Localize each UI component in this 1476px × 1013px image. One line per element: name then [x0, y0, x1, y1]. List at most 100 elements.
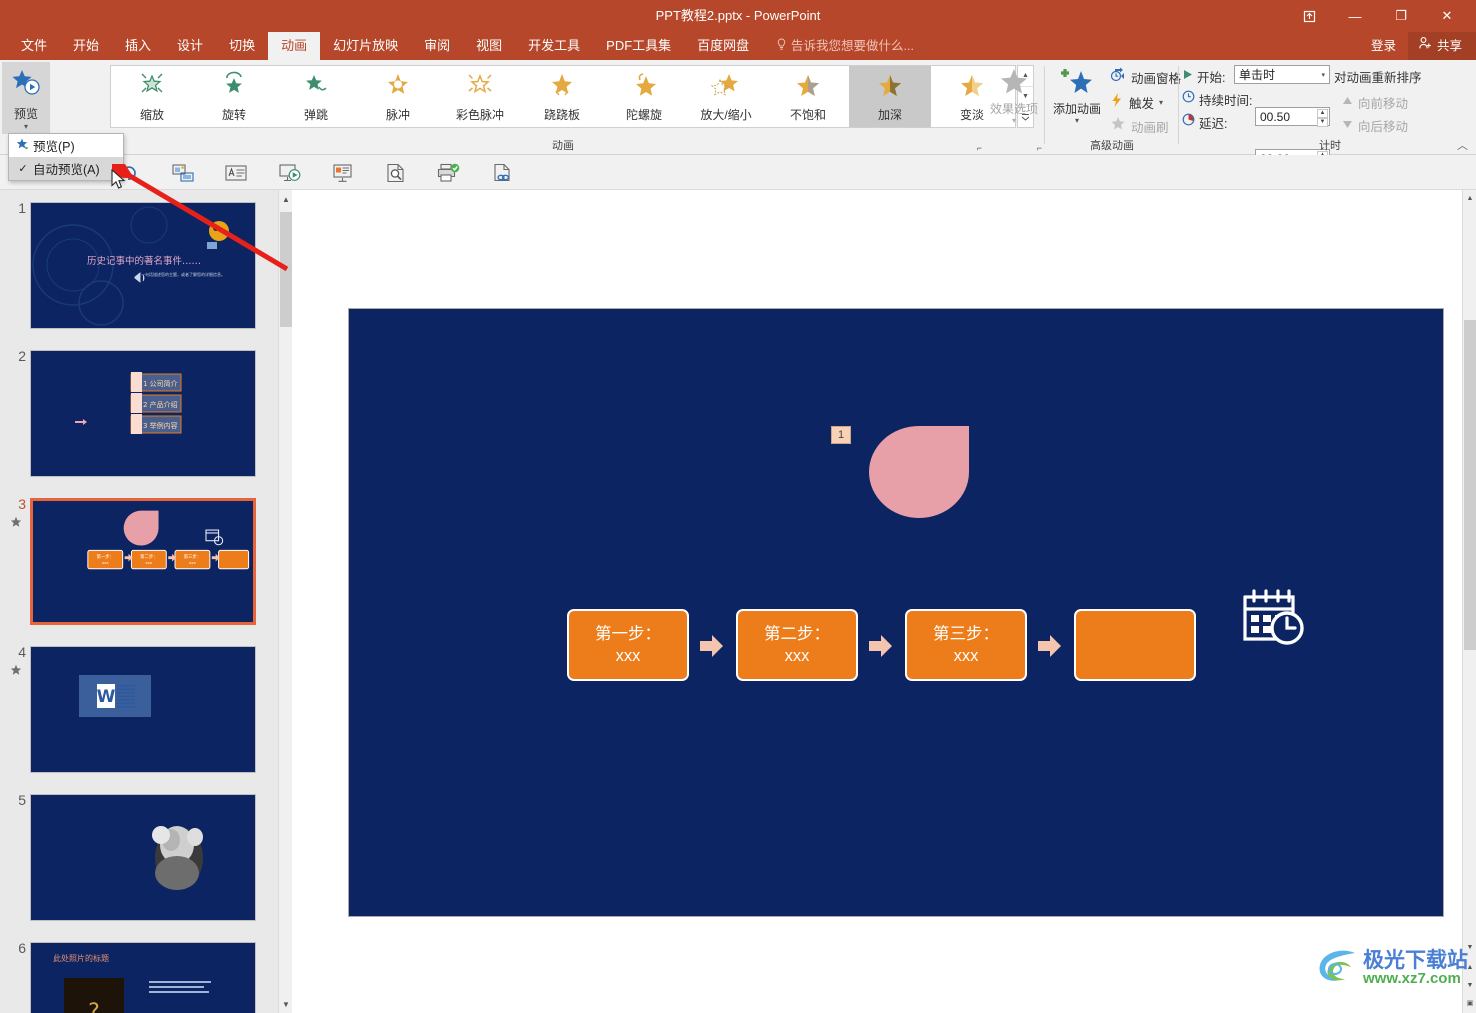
canvas-scrollbar[interactable]: ▲ ▼ ▲ ▼ ▣ [1462, 190, 1476, 1013]
thumbnail-slide-2[interactable]: 2 1 公司简介 2 产品介绍 3 举例内容 [0, 348, 278, 496]
tell-me-search[interactable]: 告诉我您想要做什么... [776, 32, 914, 60]
thumbnail-slide-4[interactable]: 4 W [0, 644, 278, 792]
animation-color-pulse[interactable]: 彩色脉冲 [439, 66, 521, 127]
start-label: 开始: [1197, 70, 1226, 85]
tab-slideshow[interactable]: 幻灯片放映 [320, 32, 411, 60]
teardrop-shape[interactable] [869, 426, 969, 518]
chevron-down-icon[interactable]: ▾ [1012, 117, 1016, 125]
from-current-slide-icon[interactable] [330, 160, 356, 186]
collapse-ribbon-button[interactable]: ︿ [1457, 137, 1468, 153]
hyperlink-icon[interactable] [490, 160, 516, 186]
chevron-down-icon[interactable]: ▾ [24, 123, 28, 131]
quick-print-icon[interactable] [436, 160, 462, 186]
share-button[interactable]: 共享 [1407, 32, 1476, 60]
lightbulb-icon [776, 33, 787, 61]
animation-bounce[interactable]: 弹跳 [275, 66, 357, 127]
scroll-down-icon[interactable]: ▼ [279, 995, 293, 1013]
ribbon: 预览 ▾ 缩放 旋转 弹跳 脉冲 彩色脉冲 跷跷板 陀螺旋 放大/缩小 不饱和 … [0, 60, 1476, 169]
desaturate-star-icon [792, 70, 824, 105]
animation-grow-shrink[interactable]: 放大/缩小 [685, 66, 767, 127]
reorder-title: 对动画重新排序 [1334, 71, 1422, 85]
chevron-down-icon[interactable]: ▾ [1159, 98, 1163, 107]
animation-teeter[interactable]: 跷跷板 [521, 66, 603, 127]
back-to-beginning-button[interactable]: ▣ [1463, 995, 1476, 1011]
person-share-icon [1418, 32, 1432, 60]
start-dropdown[interactable]: 单击时 ▾ [1234, 65, 1330, 84]
tab-developer[interactable]: 开发工具 [515, 32, 593, 60]
thumbnail-preview[interactable]: 第一步： xxx 第二步： xxx 第三步： xxx [30, 498, 256, 625]
animation-pulse[interactable]: 脉冲 [357, 66, 439, 127]
step-arrow-3 [1037, 633, 1063, 664]
animation-spin-gold[interactable]: 陀螺旋 [603, 66, 685, 127]
preview-dropdown-menu[interactable]: 预览(P) ✓ 自动预览(A) [8, 133, 124, 181]
duration-stepper[interactable]: ▲ ▼ [1317, 109, 1328, 127]
print-preview-icon[interactable] [383, 160, 409, 186]
stepper-down-icon[interactable]: ▼ [1317, 118, 1328, 127]
ribbon-group-effect-options: 效果选项 ▾ ⌐ [984, 60, 1044, 155]
step-box-4[interactable] [1074, 609, 1196, 681]
check-icon: ✓ [18, 163, 28, 175]
animation-pane-button[interactable]: 动画窗格 [1110, 66, 1181, 88]
animation-darken[interactable]: 加深 [849, 66, 931, 127]
thumbnail-slide-5[interactable]: 5 [0, 792, 278, 940]
effect-dialog-launcher[interactable]: ⌐ [1037, 143, 1042, 153]
animation-star-icon[interactable] [10, 516, 22, 531]
move-later-button[interactable]: 向后移动 [1342, 114, 1408, 136]
move-earlier-button[interactable]: 向前移动 [1342, 91, 1408, 113]
animation-star-icon[interactable] [10, 664, 22, 679]
tab-review[interactable]: 审阅 [411, 32, 463, 60]
account-area: 登录 共享 [1359, 32, 1476, 60]
add-animation-button[interactable]: 添加动画 ▾ [1048, 65, 1106, 125]
chevron-down-icon[interactable]: ▾ [1321, 71, 1325, 79]
menu-item-auto-preview[interactable]: ✓ 自动预览(A) [9, 157, 123, 180]
maximize-icon[interactable]: ❐ [1378, 0, 1424, 32]
thumbnail-slide-6[interactable]: 6 此处照片的标题 ? [0, 940, 278, 1013]
delay-row: 延迟: [1182, 111, 1227, 133]
animation-dialog-launcher[interactable]: ⌐ [977, 143, 982, 153]
animation-gallery[interactable]: 缩放 旋转 弹跳 脉冲 彩色脉冲 跷跷板 陀螺旋 放大/缩小 不饱和 加深 变淡 [110, 65, 1016, 128]
preview-button[interactable]: 预览 ▾ [2, 62, 50, 134]
thumbnail-slide-3[interactable]: 3 第一步： xxx 第二步： xxx 第三步： xxx [0, 496, 278, 644]
tab-home[interactable]: 开始 [60, 32, 112, 60]
animation-desaturate[interactable]: 不饱和 [767, 66, 849, 127]
step-box-2[interactable]: 第二步： xxx [736, 609, 858, 681]
menu-item-preview[interactable]: 预览(P) [9, 134, 123, 157]
tab-design[interactable]: 设计 [164, 32, 216, 60]
slide-canvas-area[interactable]: 1 第一步： xxx 第二步： xxx 第三步： xxx [292, 190, 1476, 1013]
step-box-3[interactable]: 第三步： xxx [905, 609, 1027, 681]
tab-insert[interactable]: 插入 [112, 32, 164, 60]
tab-animations[interactable]: 动画 [268, 32, 321, 60]
thumbnail-number: 5 [18, 792, 26, 808]
thumbnail-preview[interactable]: 此处照片的标题 ? [30, 942, 256, 1013]
preview-label: 预览 [13, 107, 38, 121]
step-box-1[interactable]: 第一步： xxx [567, 609, 689, 681]
animation-spin[interactable]: 旋转 [193, 66, 275, 127]
canvas-scrollbar-thumb[interactable] [1464, 320, 1476, 650]
minimize-icon[interactable]: — [1332, 0, 1378, 32]
tab-file[interactable]: 文件 [8, 32, 60, 60]
menu-item-auto-preview-label: 自动预览(A) [33, 163, 100, 177]
calendar-clock-icon[interactable] [1239, 585, 1309, 652]
animation-order-badge[interactable]: 1 [831, 426, 852, 444]
trigger-button[interactable]: 触发 ▾ [1110, 91, 1163, 113]
thumbnail-preview[interactable] [30, 794, 256, 921]
animation-zoom[interactable]: 缩放 [111, 66, 193, 127]
animation-painter-button[interactable]: 动画刷 [1110, 115, 1169, 137]
sign-in-link[interactable]: 登录 [1359, 32, 1408, 60]
thumbnail-preview[interactable]: W [30, 646, 256, 773]
restore-down-icon[interactable] [1286, 0, 1332, 32]
slide-thumbnail-pane[interactable]: 1 历史记事中的著名事件…… 一句话描述您的主题，或者了解您的详细信息。 2 1… [0, 190, 278, 1013]
duration-input[interactable]: 00.50 ▲ ▼ [1255, 107, 1330, 127]
current-slide[interactable]: 1 第一步： xxx 第二步： xxx 第三步： xxx [348, 308, 1444, 917]
close-icon[interactable]: ✕ [1424, 0, 1470, 32]
effect-options-button[interactable]: 效果选项 ▾ [984, 65, 1044, 125]
stepper-up-icon[interactable]: ▲ [1317, 109, 1328, 118]
chevron-down-icon[interactable]: ▾ [1075, 117, 1079, 125]
tab-transitions[interactable]: 切换 [216, 32, 268, 60]
tab-view[interactable]: 视图 [463, 32, 515, 60]
tab-pdf-tools[interactable]: PDF工具集 [593, 32, 684, 60]
thumbnail-pane-scrollbar[interactable]: ▲ ▼ [278, 190, 293, 1013]
tab-baidu-netdisk[interactable]: 百度网盘 [684, 32, 762, 60]
thumbnail-preview[interactable]: 1 公司简介 2 产品介绍 3 举例内容 [30, 350, 256, 477]
canvas-scroll-up-icon[interactable]: ▲ [1463, 190, 1476, 206]
